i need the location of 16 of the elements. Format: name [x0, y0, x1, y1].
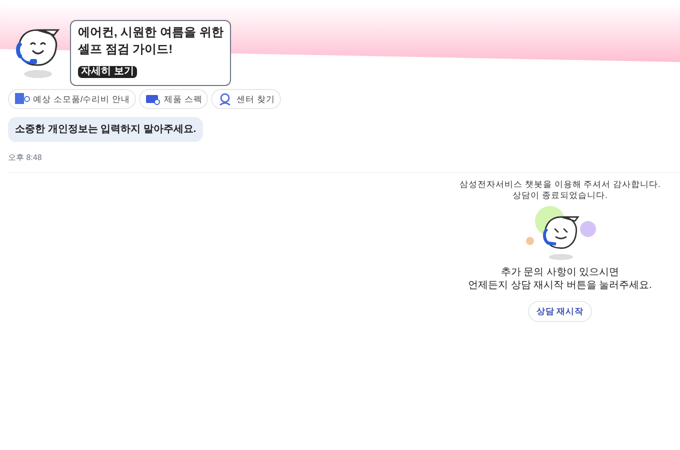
- notice-message: 소중한 개인정보는 입력하지 말아주세요.: [8, 117, 204, 142]
- info-text: 추가 문의 사항이 있으시면: [500, 266, 620, 279]
- quick-menu-chip[interactable]: 제품 스펙: [139, 89, 208, 109]
- details-link[interactable]: 자세히 보기: [78, 66, 137, 78]
- thanks-text: 삼성전자서비스 챗봇을 이용해 주셔서 감사합니다.: [460, 179, 660, 190]
- quick-menu-chip[interactable]: 예상 소모품/수리비 안내: [8, 89, 136, 109]
- promo-title: 셀프 점검 가이드!: [78, 41, 173, 58]
- chatbot-mascot-icon: [14, 26, 60, 80]
- promo-title: 에어컨, 시원한 여름을 위한: [78, 24, 224, 41]
- info-text: 언제든지 상담 재시작 버튼을 눌러주세요.: [468, 279, 652, 292]
- receipt-icon: [14, 92, 30, 106]
- restart-chat-button[interactable]: 상담 재시작: [528, 301, 592, 322]
- quick-menu-chip[interactable]: 센터 찾기: [211, 89, 281, 109]
- card-icon: [145, 92, 162, 106]
- thanks-text: 상담이 종료되었습니다.: [512, 190, 608, 201]
- message-time: 오후 8:48: [7, 152, 43, 164]
